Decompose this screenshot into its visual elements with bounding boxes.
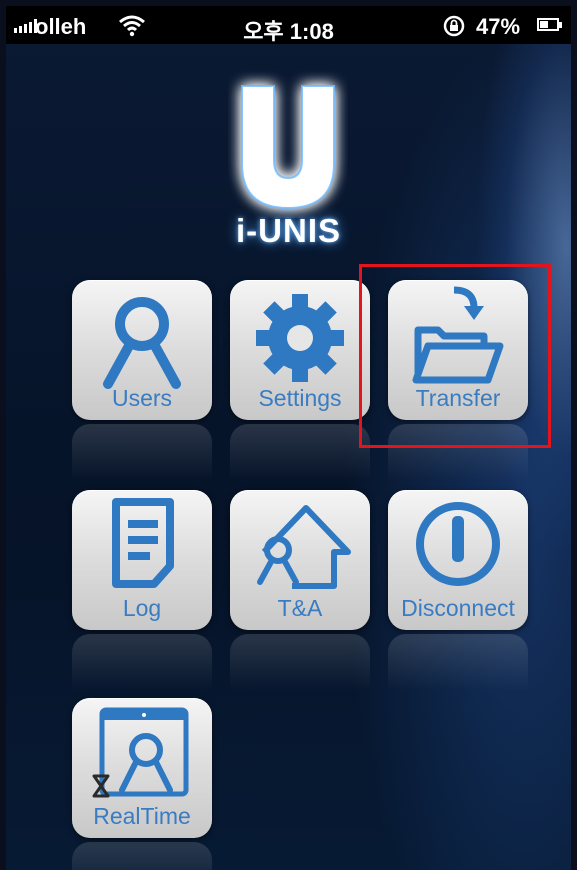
app-logo-icon bbox=[241, 85, 335, 210]
users-app-button[interactable]: Users bbox=[72, 280, 212, 420]
battery-tip bbox=[559, 22, 562, 28]
home-screen: olleh 오후 1:08 47% i-UNIS Users Settings … bbox=[6, 6, 571, 870]
battery-percentage: 47% bbox=[476, 14, 521, 39]
log-app-button[interactable]: Log bbox=[72, 490, 212, 630]
icon-reflection bbox=[230, 634, 370, 704]
transfer-highlight-box bbox=[359, 264, 551, 448]
realtime-label: RealTime bbox=[93, 803, 191, 829]
icon-reflection bbox=[72, 634, 212, 704]
icon-reflection bbox=[230, 424, 370, 494]
ta-app-button[interactable]: T&A bbox=[230, 490, 370, 630]
realtime-app-button[interactable]: RealTime bbox=[72, 698, 212, 838]
rotation-lock-icon bbox=[443, 15, 465, 37]
icon-reflection bbox=[388, 634, 528, 704]
settings-app-button[interactable]: Settings bbox=[230, 280, 370, 420]
icon-reflection bbox=[72, 842, 212, 870]
ta-label: T&A bbox=[277, 595, 323, 621]
disconnect-label: Disconnect bbox=[401, 595, 515, 621]
app-logo-text: i-UNIS bbox=[236, 212, 341, 249]
users-label: Users bbox=[111, 385, 173, 411]
disconnect-app-button[interactable]: Disconnect bbox=[388, 490, 528, 630]
settings-label: Settings bbox=[258, 385, 342, 411]
status-bar: olleh 오후 1:08 47% bbox=[6, 6, 571, 44]
icon-reflection bbox=[72, 424, 212, 494]
battery-icon bbox=[537, 18, 559, 31]
log-label: Log bbox=[122, 595, 162, 621]
